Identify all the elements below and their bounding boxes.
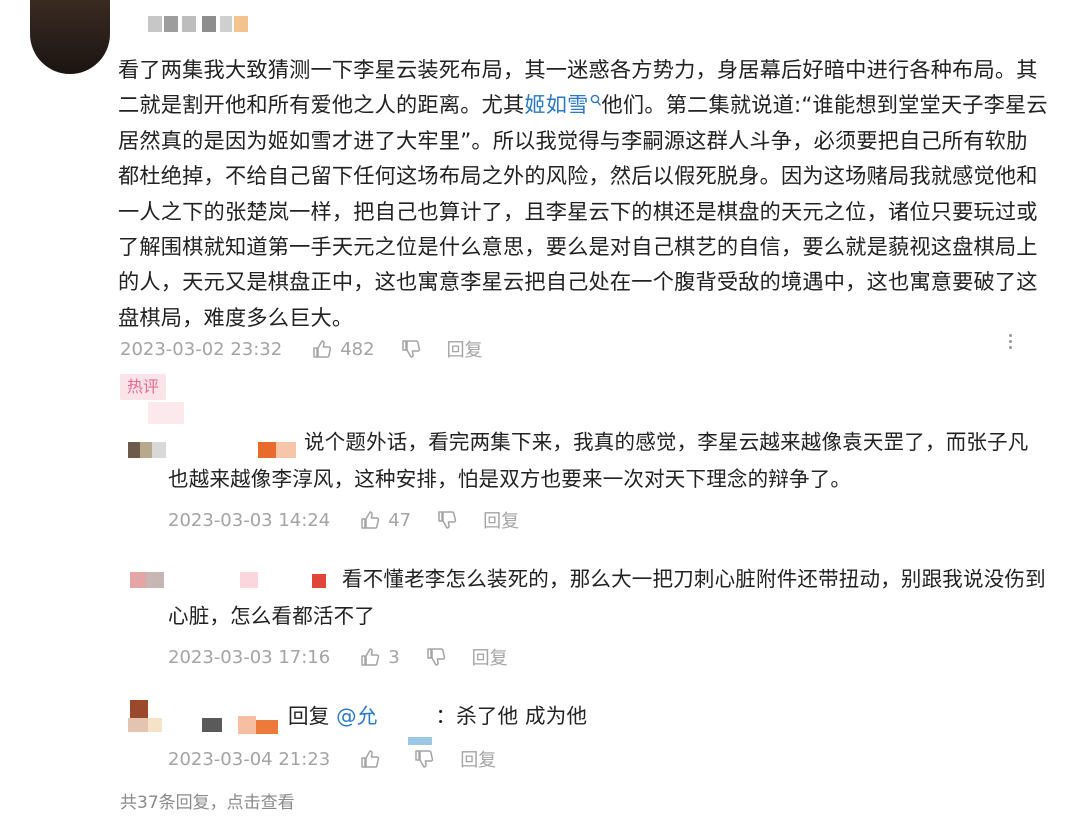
dislike-button[interactable] (401, 339, 421, 359)
comment-time: 2023-03-02 23:32 (120, 338, 283, 360)
search-icon (590, 95, 601, 107)
reply-avatar[interactable] (130, 572, 170, 588)
comment-time: 2023-03-03 14:24 (168, 509, 331, 531)
reply-avatar[interactable] (128, 442, 168, 458)
main-comment-text: 看了两集我大致猜测一下李星云装死布局，其一迷惑各方势力，身居幕后好暗中进行各种布… (118, 52, 1048, 335)
reply-button[interactable]: 回复 (447, 336, 483, 362)
view-all-replies-link[interactable]: 共37条回复，点击查看 (120, 788, 295, 813)
reply-button[interactable]: 回复 (472, 644, 508, 670)
reply-avatar[interactable] (128, 700, 168, 734)
thumbs-up-icon (313, 340, 332, 358)
reply-meta: 2023-03-03 14:24 47 回复 (168, 507, 519, 533)
main-comment-meta: 2023-03-02 23:32 482 回复 (120, 336, 483, 362)
reply-text: 回复 @允 ：杀了他 成为他 (288, 698, 1048, 745)
badge-blur (148, 402, 184, 424)
hot-comment-badge: 热评 (120, 374, 166, 400)
mention-link[interactable]: @允 (336, 704, 377, 728)
reply-username[interactable] (200, 716, 280, 734)
thumbs-up-icon (361, 750, 380, 768)
thumbs-down-icon (426, 648, 445, 666)
dislike-button[interactable] (437, 510, 457, 530)
comment-time: 2023-03-03 17:16 (168, 646, 331, 668)
like-button[interactable]: 3 (360, 646, 400, 668)
dislike-button[interactable] (426, 647, 446, 667)
main-comment-avatar[interactable] (30, 0, 110, 74)
reply-button[interactable]: 回复 (460, 746, 496, 772)
reply-meta: 2023-03-03 17:16 3 回复 (168, 644, 508, 670)
main-comment-text-after: 他们。第二集就说道:“谁能想到堂堂天子李星云居然真的是因为姬如雪才进了大牢里”。… (118, 92, 1048, 330)
like-count: 47 (388, 509, 412, 531)
comment-time: 2023-03-04 21:23 (168, 748, 331, 770)
like-button[interactable] (360, 749, 388, 769)
mention-blur (378, 708, 436, 745)
thumbs-up-icon (361, 648, 380, 666)
thumbs-down-icon (401, 340, 420, 358)
thumbs-up-icon (361, 511, 380, 529)
dislike-button[interactable] (414, 749, 434, 769)
like-button[interactable]: 47 (360, 510, 411, 531)
mention-link[interactable]: 姬如雪 (524, 92, 601, 117)
reply-content: ：杀了他 成为他 (435, 704, 588, 728)
reply-text: 说个题外话，看完两集下来，我真的感觉，李星云越来越像袁天罡了，而张子凡也越来越像… (168, 430, 1029, 491)
like-count: 482 (340, 338, 375, 360)
reply-prefix: 回复 (288, 704, 330, 728)
reply-button[interactable]: 回复 (483, 507, 519, 533)
reply-meta: 2023-03-04 21:23 回复 (168, 746, 496, 772)
main-comment-username[interactable] (148, 16, 248, 32)
reply-text: 看不懂老李怎么装死的，那么大一把刀刺心脏附件还带扭动，别跟我说没伤到心脏，怎么看… (168, 567, 1046, 628)
more-vertical-icon[interactable] (1004, 332, 1018, 354)
like-count: 3 (388, 646, 400, 668)
like-button[interactable]: 482 (312, 338, 375, 360)
thumbs-down-icon (415, 750, 434, 768)
thumbs-down-icon (438, 511, 457, 529)
